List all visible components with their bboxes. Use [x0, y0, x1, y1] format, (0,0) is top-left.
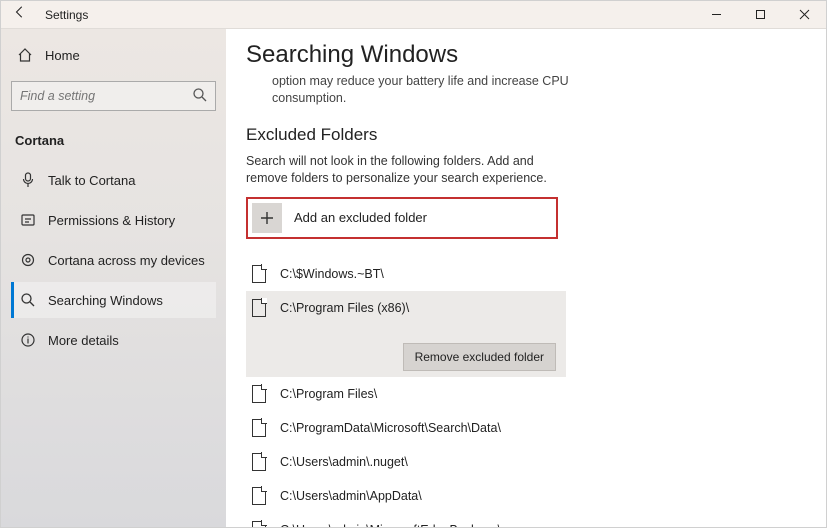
sidebar-item-label: Talk to Cortana	[48, 173, 135, 188]
home-link[interactable]: Home	[11, 39, 216, 71]
folder-path: C:\Program Files (x86)\	[280, 301, 560, 315]
plus-icon	[252, 203, 282, 233]
sidebar-item-label: More details	[48, 333, 119, 348]
minimize-button[interactable]	[694, 1, 738, 29]
folder-path: C:\$Windows.~BT\	[280, 267, 384, 281]
remove-excluded-folder-button[interactable]: Remove excluded folder	[403, 343, 556, 371]
excluded-folder-row[interactable]: C:\Users\admin\.nuget\	[246, 445, 566, 479]
info-icon	[20, 332, 36, 348]
document-icon	[252, 453, 266, 471]
permissions-icon	[20, 212, 36, 228]
folder-path: C:\Users\admin\MicrosoftEdgeBackups\	[280, 523, 501, 528]
settings-window: Settings Home	[0, 0, 827, 528]
document-icon	[252, 265, 266, 283]
document-icon	[252, 299, 266, 317]
search-nav-icon	[20, 292, 36, 308]
page-title: Searching Windows	[246, 41, 826, 69]
sidebar-item-searching[interactable]: Searching Windows	[11, 282, 216, 318]
excluded-folder-row[interactable]: C:\Program Files (x86)\ Remove excluded f…	[246, 291, 566, 377]
sidebar-category: Cortana	[11, 127, 216, 158]
sidebar-item-talk[interactable]: Talk to Cortana	[11, 162, 216, 198]
mic-icon	[20, 172, 36, 188]
sidebar-item-more[interactable]: More details	[11, 322, 216, 358]
home-label: Home	[45, 48, 80, 63]
excluded-folder-list: C:\$Windows.~BT\ C:\Program Files (x86)\ R…	[246, 257, 566, 528]
home-icon	[17, 47, 33, 63]
document-icon	[252, 419, 266, 437]
document-icon	[252, 521, 266, 528]
window-title: Settings	[45, 8, 88, 22]
add-excluded-folder[interactable]: Add an excluded folder	[246, 197, 558, 239]
document-icon	[252, 385, 266, 403]
excluded-section-title: Excluded Folders	[246, 125, 826, 145]
maximize-button[interactable]	[738, 1, 782, 29]
search-icon	[192, 87, 208, 108]
close-button[interactable]	[782, 1, 826, 29]
sidebar-item-devices[interactable]: Cortana across my devices	[11, 242, 216, 278]
excluded-section-desc: Search will not look in the following fo…	[246, 153, 556, 187]
excluded-folder-row[interactable]: C:\$Windows.~BT\	[246, 257, 566, 291]
sidebar-item-permissions[interactable]: Permissions & History	[11, 202, 216, 238]
titlebar: Settings	[1, 1, 826, 29]
sidebar: Home Cortana Talk to Cortana Permiss	[1, 29, 226, 527]
excluded-folder-row[interactable]: C:\Users\admin\MicrosoftEdgeBackups\	[246, 513, 566, 528]
main-panel: Searching Windows option may reduce your…	[226, 29, 826, 527]
folder-path: C:\Program Files\	[280, 387, 377, 401]
folder-path: C:\Users\admin\AppData\	[280, 489, 422, 503]
folder-path: C:\ProgramData\Microsoft\Search\Data\	[280, 421, 501, 435]
folder-path: C:\Users\admin\.nuget\	[280, 455, 408, 469]
excluded-folder-row[interactable]: C:\ProgramData\Microsoft\Search\Data\	[246, 411, 566, 445]
back-icon[interactable]	[13, 5, 27, 24]
sidebar-item-label: Cortana across my devices	[48, 253, 205, 268]
sidebar-item-label: Searching Windows	[48, 293, 163, 308]
sidebar-item-label: Permissions & History	[48, 213, 175, 228]
document-icon	[252, 487, 266, 505]
excluded-folder-row[interactable]: C:\Program Files\	[246, 377, 566, 411]
truncated-note: option may reduce your battery life and …	[272, 73, 582, 107]
search-input[interactable]	[11, 81, 216, 111]
sidebar-search	[11, 81, 216, 111]
excluded-folder-row[interactable]: C:\Users\admin\AppData\	[246, 479, 566, 513]
devices-icon	[20, 252, 36, 268]
add-label: Add an excluded folder	[294, 210, 427, 225]
